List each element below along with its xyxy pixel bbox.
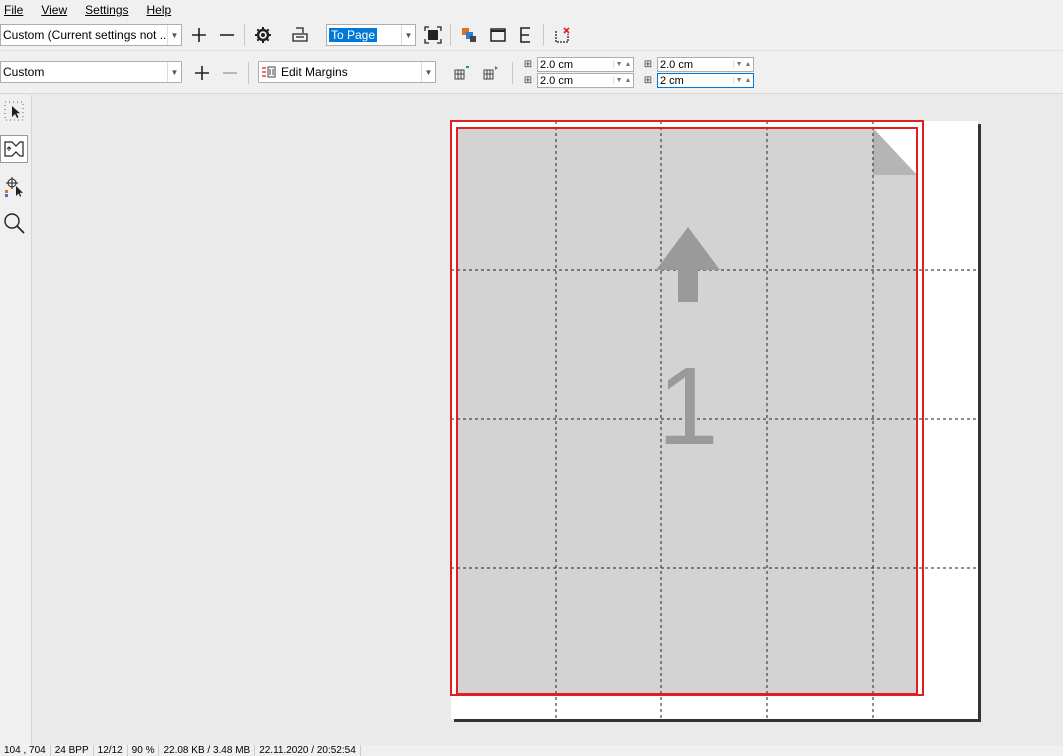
margin-preset-a-button[interactable] xyxy=(450,62,472,84)
margin-left-icon: ⊞ xyxy=(643,58,653,70)
multi-page-button[interactable] xyxy=(458,24,480,46)
minus-icon xyxy=(220,34,234,36)
close-preview-button[interactable] xyxy=(552,24,574,46)
margin-right-icon: ⊞ xyxy=(643,74,653,86)
chevron-down-icon[interactable]: ▼ xyxy=(167,25,181,45)
close-window-icon xyxy=(555,27,570,43)
print-button[interactable] xyxy=(289,24,311,46)
status-memory: 22.08 KB / 3.48 MB xyxy=(159,745,256,756)
margins-mode-select[interactable]: Edit Margins ▼ xyxy=(258,61,436,83)
separator xyxy=(543,24,544,46)
grid-arrow-icon xyxy=(483,66,498,80)
menu-settings[interactable]: Settings xyxy=(85,3,128,17)
status-bar: 104 , 704 24 BPP 12/12 90 % 22.08 KB / 3… xyxy=(0,745,1063,756)
separator xyxy=(512,62,513,84)
single-page-button[interactable] xyxy=(487,24,509,46)
separator xyxy=(244,24,245,46)
plus-icon xyxy=(195,66,209,80)
preset-select-value: Custom (Current settings not ... xyxy=(3,28,167,42)
menu-help[interactable]: Help xyxy=(147,3,172,17)
grid-margin-icon xyxy=(454,66,469,80)
separator xyxy=(450,24,451,46)
select-tool[interactable] xyxy=(0,97,28,125)
zoom-select[interactable]: To Page ▼ xyxy=(326,24,416,46)
margin-bottom-input[interactable]: 2.0 cm ▼ ▲ xyxy=(537,73,634,88)
chevron-down-icon[interactable]: ▼ xyxy=(421,62,435,82)
spin-arrows-icon[interactable]: ▼ ▲ xyxy=(613,77,633,84)
remove-layout-button[interactable] xyxy=(219,62,241,84)
move-tool[interactable] xyxy=(0,173,28,201)
menu-file[interactable]: File xyxy=(4,3,23,17)
margin-bottom-icon: ⊞ xyxy=(523,74,533,86)
fit-page-button[interactable] xyxy=(422,24,444,46)
status-zoom: 90 % xyxy=(128,745,160,756)
spin-arrows-icon[interactable]: ▼ ▲ xyxy=(733,77,753,84)
magnifier-icon xyxy=(4,213,25,234)
layout-toolbar: Custom ▼ Edit Margins ▼ ⊞ 2.0 cm ▼ ▲ ⊞ 2… xyxy=(0,51,1063,94)
separator xyxy=(248,62,249,84)
edit-margins-icon xyxy=(262,66,276,78)
margin-top-icon: ⊞ xyxy=(523,58,533,70)
pages-icon xyxy=(462,28,476,42)
status-datetime: 22.11.2020 / 20:52:54 xyxy=(255,745,361,756)
gear-icon xyxy=(255,27,271,43)
add-layout-button[interactable] xyxy=(191,62,213,84)
menu-bar: File View Settings Help xyxy=(0,0,1063,20)
print-preview-canvas: 1 xyxy=(33,95,1063,745)
pointer-icon xyxy=(4,101,24,121)
margins-mode-value: Edit Margins xyxy=(281,65,348,79)
printer-icon xyxy=(292,27,308,42)
page-frame-icon xyxy=(490,28,506,42)
layout-select-value: Custom xyxy=(3,65,45,79)
status-coords: 104 , 704 xyxy=(0,745,51,756)
book-pages-icon xyxy=(4,141,24,157)
margin-top-input[interactable]: 2.0 cm ▼ ▲ xyxy=(537,57,634,72)
plus-icon xyxy=(192,28,206,42)
preset-select[interactable]: Custom (Current settings not ... ▼ xyxy=(0,24,182,46)
status-bpp: 24 BPP xyxy=(51,745,94,756)
main-toolbar: Custom (Current settings not ... ▼ To Pa… xyxy=(0,20,1063,51)
page-preview[interactable]: 1 xyxy=(33,95,1063,745)
chevron-down-icon[interactable]: ▼ xyxy=(167,62,181,82)
fit-page-icon xyxy=(424,26,442,44)
layout-select[interactable]: Custom ▼ xyxy=(0,61,182,83)
e-letter-icon xyxy=(520,27,530,43)
spin-arrows-icon[interactable]: ▼ ▲ xyxy=(733,61,753,68)
margin-right-input[interactable]: 2 cm ▼ ▲ xyxy=(657,73,754,88)
edge-button[interactable] xyxy=(515,24,537,46)
margin-preset-b-button[interactable] xyxy=(479,62,501,84)
minus-icon xyxy=(223,72,237,74)
status-pages: 12/12 xyxy=(94,745,128,756)
menu-view[interactable]: View xyxy=(41,3,67,17)
add-preset-button[interactable] xyxy=(188,24,210,46)
tool-strip xyxy=(0,95,32,745)
page-number: 1 xyxy=(657,345,718,468)
zoom-tool[interactable] xyxy=(0,209,28,237)
spin-arrows-icon[interactable]: ▼ ▲ xyxy=(613,61,633,68)
margin-left-input[interactable]: 2.0 cm ▼ ▲ xyxy=(657,57,754,72)
page-layout-tool[interactable] xyxy=(0,135,28,163)
settings-button[interactable] xyxy=(252,24,274,46)
zoom-select-value: To Page xyxy=(329,28,378,42)
remove-preset-button[interactable] xyxy=(216,24,238,46)
crosshair-pointer-icon xyxy=(5,177,23,197)
chevron-down-icon[interactable]: ▼ xyxy=(401,25,415,45)
